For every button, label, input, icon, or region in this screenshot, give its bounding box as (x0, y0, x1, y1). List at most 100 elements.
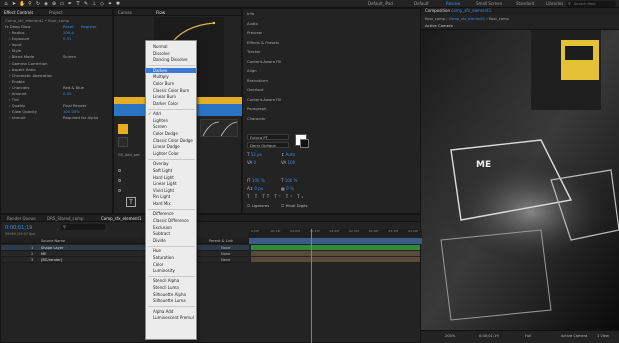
effect-property-value[interactable]: Final Render (63, 103, 86, 108)
effect-property[interactable]: › Style (9, 48, 21, 53)
roto-tool-icon[interactable]: ✦ (107, 1, 113, 7)
effect-property[interactable]: › Glow Opacity (9, 109, 37, 114)
tab-curves[interactable]: Curves (118, 10, 132, 15)
effect-property[interactable]: › Quality (9, 103, 25, 108)
blend-mode-multiply[interactable]: Multiply (153, 74, 169, 79)
table-row[interactable]: 3 [BG/render] None (1, 257, 249, 263)
panel-section-overlord[interactable]: Overlord (247, 87, 263, 93)
pen-icon[interactable] (118, 137, 128, 147)
blend-mode-darker-color[interactable]: Darker Color (153, 101, 178, 106)
rotate-tool-icon[interactable]: ↻ (35, 1, 41, 7)
effect-property[interactable]: › Aspect Ratio (9, 67, 36, 72)
layer-name[interactable]: Shape Layer (41, 246, 63, 250)
kerning-field[interactable]: VA 0 (247, 160, 256, 166)
layer-name[interactable]: [BG/render] (41, 258, 62, 262)
blend-mode-silhouette-luma[interactable]: Silhouette Luma (153, 298, 186, 303)
blend-mode-color-dodge[interactable]: Color Dodge (153, 131, 178, 136)
blend-mode-classic-color-burn[interactable]: Classic Color Burn (153, 88, 189, 93)
font-size-field[interactable]: T 52 px (247, 152, 262, 158)
workspace-review[interactable]: Review (446, 1, 460, 6)
blend-mode-luminescent-premul[interactable]: Luminescent Premul (153, 315, 194, 320)
blend-mode-divide[interactable]: Divide (153, 238, 166, 243)
effect-property-value[interactable]: 0.31 (63, 36, 71, 41)
blend-mode-alpha-add[interactable]: Alpha Add (153, 309, 173, 314)
panel-section-brainstorm[interactable]: Brainstorm (247, 78, 268, 84)
home-icon[interactable]: ⌂ (3, 1, 9, 7)
effect-property[interactable]: › Exposure (9, 36, 29, 41)
tab-composition[interactable]: Composition comp_sfx_element1 (425, 8, 491, 14)
effect-name[interactable]: fx Deep Glow (5, 24, 30, 29)
effect-register-link[interactable]: Register (81, 24, 97, 29)
panel-section-character[interactable]: Character (247, 116, 266, 122)
tracking-field[interactable]: VA 100 (281, 160, 295, 166)
blend-mode-lighter-color[interactable]: Lighter Color (153, 151, 179, 156)
workspace-standard[interactable]: Standard (516, 1, 534, 6)
panel-section-effects-presets[interactable]: Effects & Presets (247, 40, 279, 46)
layer-parent[interactable]: None (221, 246, 230, 250)
puppet-tool-icon[interactable]: ✱ (115, 1, 121, 7)
layer-name[interactable]: ME (41, 252, 46, 256)
leading-field[interactable]: ↕ Auto (281, 152, 295, 158)
effect-property[interactable]: › Unmult (9, 115, 26, 120)
layer-search-input[interactable]: ⚲ (61, 224, 105, 230)
blend-mode-exclusion[interactable]: Exclusion (153, 225, 172, 230)
search-help-input[interactable]: ⚲ Search Help (566, 1, 616, 7)
breadcrumb-2[interactable]: Comp_sfx_element1 (449, 17, 485, 21)
panel-section-align[interactable]: Align (247, 68, 257, 74)
radio-rebound[interactable] (118, 169, 121, 172)
panel-section-info[interactable]: Info (247, 11, 254, 17)
tab-effect-controls[interactable]: Effect Controls (4, 10, 33, 15)
workspace-default[interactable]: Default (414, 1, 429, 6)
radio-side[interactable] (118, 189, 121, 192)
column-parent-link[interactable]: Parent & Link (209, 239, 233, 243)
blend-mode-silhouette-alpha[interactable]: Silhouette Alpha (153, 292, 186, 297)
effect-property[interactable]: › Input (9, 42, 22, 47)
ligatures-checkbox[interactable]: ☐ Ligatures (247, 203, 269, 209)
camera-dropdown[interactable]: Active Camera (561, 334, 587, 338)
panel-section-paragraph[interactable]: Paragraph (247, 106, 266, 112)
effect-property-value[interactable]: Screen (63, 54, 76, 59)
viewer-timecode[interactable]: 0;00;01;19 (479, 334, 499, 338)
resolution-dropdown[interactable]: Full (525, 334, 531, 338)
effect-property[interactable]: › Tint (9, 97, 19, 102)
tab-flow[interactable]: Flow (156, 10, 165, 15)
column-source-name[interactable]: Source Name (41, 239, 65, 243)
blend-mode-color-burn[interactable]: Color Burn (153, 81, 174, 86)
effect-property[interactable]: › Radius (9, 30, 24, 35)
tab-project[interactable]: Project (49, 10, 63, 15)
effect-property-value[interactable]: 100.00% (63, 109, 80, 114)
rectangle-tool-icon[interactable]: ▭ (59, 1, 65, 7)
effect-property-value[interactable]: 200.0 (63, 30, 74, 35)
panel-section-preview[interactable]: Preview (247, 30, 262, 36)
tab-render-queue[interactable]: Render Queue (7, 216, 36, 221)
camera-tool-icon[interactable]: ◈ (43, 1, 49, 7)
layer-parent[interactable]: None (221, 252, 230, 256)
vertical-scale-field[interactable]: IT 100 % (247, 178, 265, 184)
blend-mode-linear-light[interactable]: Linear Light (153, 181, 177, 186)
layer-parent[interactable]: None (221, 258, 230, 262)
tsume-field[interactable]: ▦ 0 % (281, 186, 294, 192)
pan-behind-tool-icon[interactable]: ⊕ (51, 1, 57, 7)
breadcrumb-3[interactable]: floor_comp (489, 17, 509, 21)
timeline-timecode[interactable]: 0;00;01;19 (5, 225, 32, 231)
tab-comp-sfx-element1[interactable]: Comp_sfx_element1 (101, 216, 142, 221)
blend-mode-dancing-dissolve[interactable]: Dancing Dissolve (153, 57, 187, 62)
effect-property[interactable]: › Channels (9, 85, 29, 90)
blend-mode-color[interactable]: Color (153, 262, 163, 267)
effect-property-value[interactable]: 0.00 (63, 91, 71, 96)
composition-viewer[interactable]: ME (421, 30, 619, 330)
workspace-default-ipad[interactable]: Default_iPad (368, 1, 393, 6)
effect-property-value[interactable]: Red & Blue (63, 85, 84, 90)
effect-property[interactable]: › Gamma Correction (9, 61, 48, 66)
zoom-dropdown[interactable]: 200% (445, 334, 455, 338)
font-family-dropdown[interactable]: Futura PT (247, 134, 289, 140)
layer-track-bar[interactable] (251, 251, 420, 256)
type-style-buttons[interactable]: T T TT Tᵀ T¹ T₁ (247, 194, 305, 200)
blend-mode-difference[interactable]: Difference (153, 211, 174, 216)
work-area-bar[interactable] (249, 238, 422, 244)
effect-property[interactable]: › Amount (9, 91, 27, 96)
brush-tool-icon[interactable]: ✎ (83, 1, 89, 7)
panel-section-tracker[interactable]: Tracker (247, 49, 261, 55)
blend-mode-luminosity[interactable]: Luminosity (153, 268, 175, 273)
blend-mode-vivid-light[interactable]: Vivid Light (153, 188, 174, 193)
